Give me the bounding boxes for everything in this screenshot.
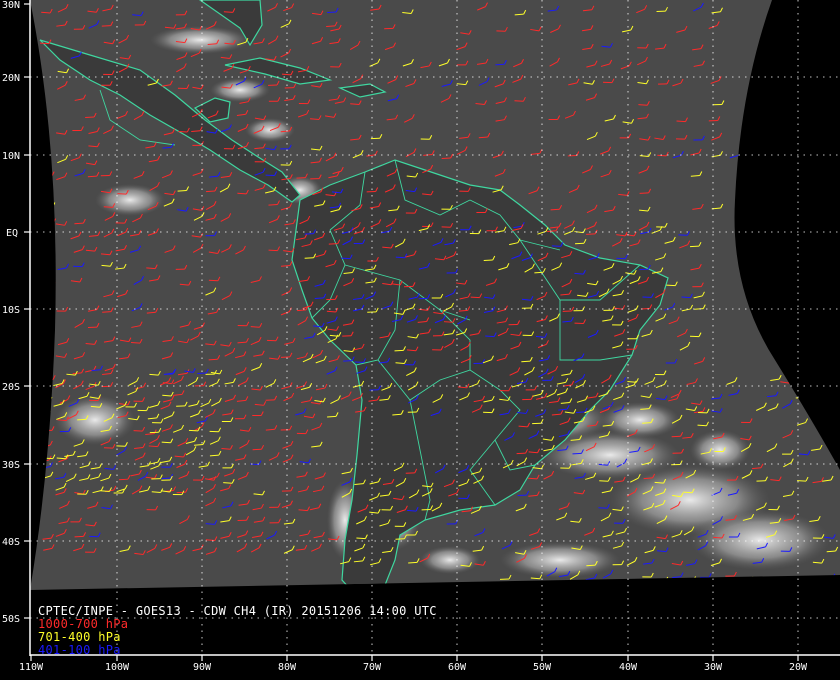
wind-barb [811,375,824,383]
cloud [690,510,830,570]
legend-high-level: 401-100 hPa [38,643,121,657]
wind-barb [42,352,54,360]
legend-low-level: 1000-700 hPa [38,617,129,631]
wind-barb [44,281,56,287]
wind-barb [43,295,55,301]
wind-barb [44,218,57,224]
lon-label: 90W [193,662,212,673]
wind-barb [794,376,806,384]
satellite-wind-map: 30N 20N 10N EQ 10S 20S 30S 40S 50S 110W … [2,0,840,673]
cloud [245,118,295,142]
cloud [210,78,270,102]
lon-label: 100W [105,662,130,673]
wind-barb [43,230,55,239]
lon-label: 110W [19,662,44,673]
longitude-ticks [30,655,799,661]
wind-barb [41,396,53,406]
lat-label: 20N [2,73,20,84]
lat-label: EQ [6,228,18,239]
lon-label: 70W [363,662,382,673]
lat-label: 50S [2,614,20,625]
wind-barb [43,261,55,269]
legend-mid-level: 701-400 hPa [38,630,121,644]
lat-label: 20S [2,382,20,393]
wind-barb [795,394,808,399]
lon-label: 30W [704,662,723,673]
lon-label: 20W [789,662,808,673]
lat-label: 10S [2,305,20,316]
latitude-labels: 30N 20N 10N EQ 10S 20S 30S 40S 50S [2,0,20,625]
lon-label: 40W [619,662,638,673]
lat-label: 30S [2,460,20,471]
latitude-ticks [24,3,30,619]
lon-label: 50W [533,662,552,673]
cloud [95,184,165,216]
wind-barb [43,202,56,208]
wind-barb [42,246,53,256]
longitude-labels: 110W 100W 90W 80W 70W 60W 50W 40W 30W 20… [19,662,808,673]
cloud [420,546,480,574]
wind-barb [826,404,839,410]
wind-barb [825,420,837,427]
wind-barb [742,576,754,582]
wind-barb [39,410,51,420]
lat-label: 30N [2,0,20,11]
cloud [600,402,680,438]
lat-label: 10N [2,151,20,162]
cloud [500,542,620,578]
wind-barb [811,390,823,395]
africa-tip-land [817,54,840,152]
wind-barb [812,406,824,412]
lon-label: 60W [448,662,467,673]
lat-label: 40S [2,537,20,548]
lon-label: 80W [278,662,297,673]
map-title: CPTEC/INPE - GOES13 - CDW CH4 (IR) 20151… [38,604,437,618]
wind-barb [826,379,839,385]
